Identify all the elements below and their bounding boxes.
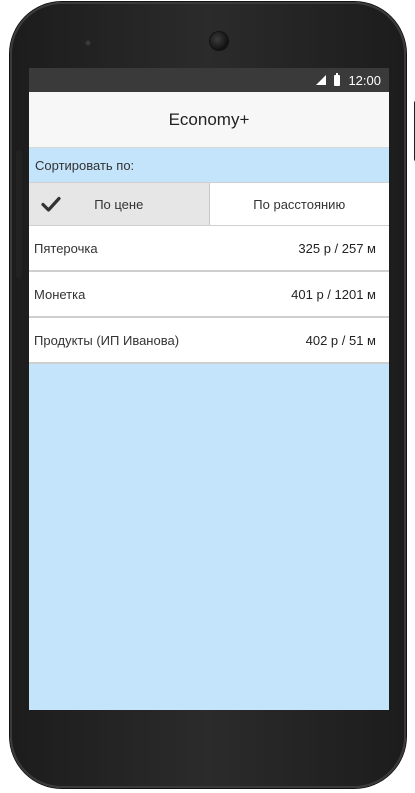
- store-name: Монетка: [34, 286, 86, 302]
- volume-button: [16, 150, 22, 278]
- sort-segmented-control: По цене По расстоянию: [29, 182, 389, 226]
- front-camera: [210, 32, 228, 50]
- app-title: Economy+: [168, 109, 250, 129]
- sort-by-price-button[interactable]: По цене: [29, 183, 210, 225]
- screen: 12:00 Economy+ Сортировать по: По цене П…: [29, 68, 389, 710]
- app-header: Economy+: [29, 92, 389, 148]
- store-name: Пятерочка: [34, 240, 98, 256]
- list-item[interactable]: Монетка 401 р / 1201 м: [29, 272, 389, 318]
- list-item[interactable]: Продукты (ИП Иванова) 402 р / 51 м: [29, 318, 389, 364]
- store-price-distance: 401 р / 1201 м: [291, 286, 376, 302]
- battery-icon: [334, 72, 341, 86]
- sort-label-text: Сортировать по:: [35, 157, 135, 173]
- store-name: Продукты (ИП Иванова): [34, 332, 180, 348]
- status-time: 12:00: [348, 72, 381, 88]
- store-list: Пятерочка 325 р / 257 м Монетка 401 р / …: [29, 226, 389, 364]
- signal-icon: [316, 75, 327, 85]
- store-price-distance: 402 р / 51 м: [305, 332, 376, 348]
- sort-label: Сортировать по:: [29, 148, 389, 182]
- list-item[interactable]: Пятерочка 325 р / 257 м: [29, 226, 389, 272]
- check-icon: [41, 196, 61, 212]
- store-price-distance: 325 р / 257 м: [298, 240, 376, 256]
- status-icons: 12:00: [316, 68, 381, 92]
- status-bar: 12:00: [29, 68, 389, 92]
- sensor-dot: [85, 40, 91, 46]
- sort-by-distance-button[interactable]: По расстоянию: [210, 183, 390, 225]
- sort-by-distance-label: По расстоянию: [253, 196, 346, 212]
- sort-by-price-label: По цене: [94, 196, 144, 212]
